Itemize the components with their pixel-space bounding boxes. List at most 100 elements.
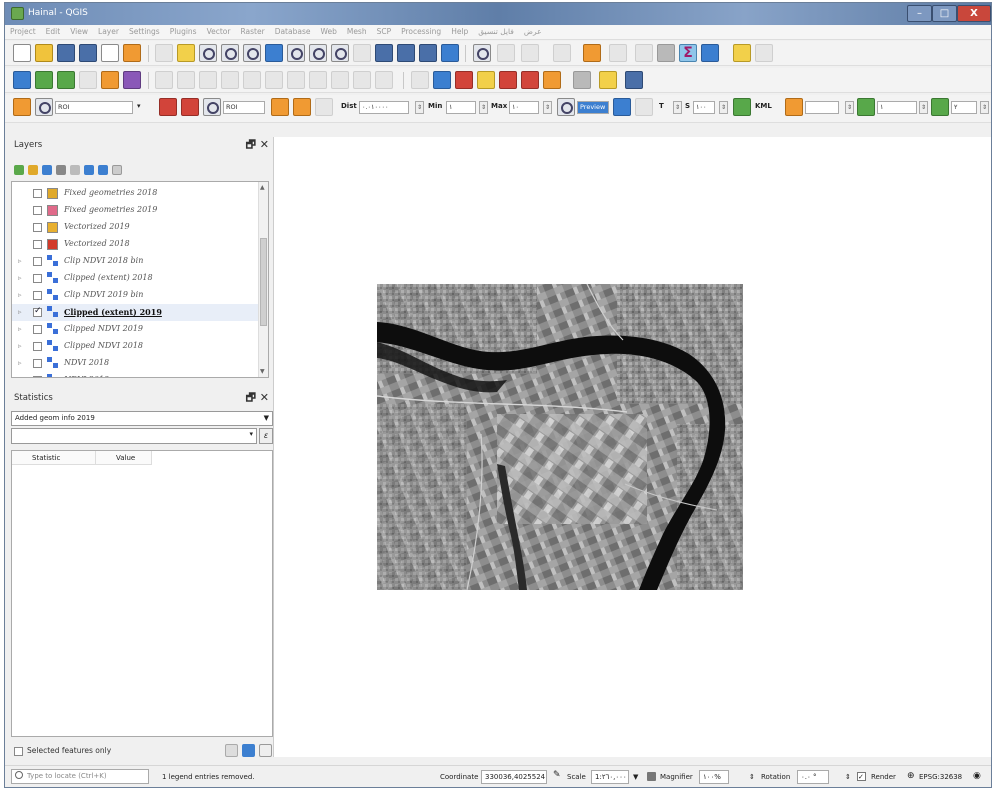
pan-map-icon[interactable] [155,44,173,62]
plugin-tool-icon[interactable] [599,71,617,89]
expand-all-icon[interactable] [84,165,94,175]
layer-item[interactable]: Fixed geometries 2018 [12,185,258,202]
layer-visibility-checkbox[interactable] [33,376,42,377]
layer-visibility-checkbox[interactable] [33,306,42,317]
save-project-icon[interactable] [57,44,75,62]
label-toolbar-icon[interactable] [411,71,429,89]
scp-dock-icon[interactable] [625,71,643,89]
close-button[interactable]: X [957,5,991,22]
expand-arrow-icon[interactable]: ▹ [18,257,22,265]
column-value[interactable]: Value [96,451,152,465]
menu-arabic-2[interactable]: عرض [519,25,547,36]
pan-to-selection-icon[interactable] [177,44,195,62]
roi-selector[interactable]: ROI [55,101,133,114]
scp-band-2-icon[interactable] [931,98,949,116]
lock-icon[interactable] [647,772,656,781]
scp-classification-icon[interactable] [613,98,631,116]
statistical-summary-icon[interactable]: Σ [679,44,697,62]
layer-visibility-checkbox[interactable] [33,240,42,249]
style-manager-icon[interactable] [123,44,141,62]
rotation-spin[interactable]: ⇕ [749,773,755,781]
crs-label[interactable]: EPSG:32638 [919,773,962,781]
min-spin[interactable]: ⇕ [479,101,488,114]
remove-layer-icon[interactable] [112,165,122,175]
layer-visibility-checkbox[interactable] [33,206,42,215]
magnifier-field[interactable]: ۱۰۰% [699,770,729,784]
globe-icon[interactable]: ⊕ [907,771,915,781]
layer-item[interactable]: ▹ Clip NDVI 2018 bin [12,253,258,270]
layer-visibility-checkbox[interactable] [33,274,42,283]
label-tool-3-icon[interactable] [477,71,495,89]
selected-features-only[interactable]: Selected features only [11,743,273,759]
label-tool-2-icon[interactable] [455,71,473,89]
layer-item[interactable]: ▹ Clipped (extent) 2019 [12,304,258,321]
render-checkbox[interactable]: ✓ [857,772,866,781]
expression-button[interactable]: ε [259,428,273,444]
new-project-icon[interactable] [13,44,31,62]
layer-visibility-checkbox[interactable] [33,223,42,232]
menu-plugins[interactable]: Plugins [165,25,202,36]
selected-only-checkbox[interactable] [14,747,23,756]
menu-arabic-1[interactable]: فايل تنسيق [473,25,519,36]
identify-features-icon[interactable] [473,44,491,62]
add-polygon-icon[interactable] [221,71,239,89]
max-input[interactable]: ۱۰ [509,101,539,114]
rgb-spin[interactable]: ⇕ [845,101,854,114]
add-group-icon[interactable] [28,165,38,175]
copy-features-icon[interactable] [309,71,327,89]
toggle-editing-icon[interactable] [177,71,195,89]
collapse-all-icon[interactable] [98,165,108,175]
open-project-icon[interactable] [35,44,53,62]
scp-tool-a-icon[interactable] [271,98,289,116]
layers-scroll-thumb[interactable] [260,238,267,326]
add-vector-layer-icon[interactable] [57,71,75,89]
band-field-2[interactable]: ۲ [951,101,977,114]
max-spin[interactable]: ⇕ [543,101,552,114]
layer-visibility-checkbox[interactable] [33,189,42,198]
dist-spin[interactable]: ⇕ [415,101,424,114]
zoom-in-icon[interactable] [199,44,217,62]
t-spin[interactable]: ⇕ [673,101,682,114]
scp-band-set-icon[interactable] [13,98,31,116]
layer-item[interactable]: Vectorized 2019 [12,219,258,236]
band-spin-1[interactable]: ⇕ [919,101,928,114]
scp-preview-zoom-icon[interactable] [557,98,575,116]
scp-roi2-icon[interactable] [203,98,221,116]
scp-tool-b-icon[interactable] [293,98,311,116]
redo-icon[interactable] [375,71,393,89]
scp-zoom-roi-icon[interactable] [35,98,53,116]
zoom-selection-icon[interactable] [287,44,305,62]
undo-icon[interactable] [353,71,371,89]
coordinate-field[interactable]: 330036,4025524 [481,770,547,784]
text-annotation-icon[interactable] [733,44,751,62]
statistics-field-select[interactable]: ▾ [11,428,257,444]
open-attribute-table-icon[interactable] [553,44,571,62]
s-input[interactable]: ۱۰۰ [693,101,715,114]
scp-redo-preview-icon[interactable] [635,98,653,116]
map-tips-icon[interactable] [635,44,653,62]
rotation-field[interactable]: ۰.۰ ° [797,770,829,784]
menu-processing[interactable]: Processing [396,25,446,36]
paste-features-icon[interactable] [331,71,349,89]
menu-database[interactable]: Database [270,25,316,36]
band-spin-2[interactable]: ⇕ [980,101,989,114]
zoom-native-icon[interactable] [331,44,349,62]
data-source-manager-icon[interactable] [13,71,31,89]
statistics-layer-select[interactable]: Added geom info 2019 ▼ [11,411,273,426]
copy-statistics-icon[interactable] [259,744,272,757]
refresh-statistics-icon[interactable] [242,744,255,757]
label-tool-6-icon[interactable] [543,71,561,89]
toggle-extents-icon[interactable]: ✎ [553,770,561,780]
zoom-layer-icon[interactable] [309,44,327,62]
current-edits-icon[interactable] [155,71,173,89]
menu-web[interactable]: Web [315,25,341,36]
open-field-calculator-icon[interactable] [497,44,515,62]
zoom-out-icon[interactable] [221,44,239,62]
layer-visibility-checkbox[interactable] [33,325,42,334]
expand-arrow-icon[interactable]: ▹ [18,291,22,299]
add-raster-layer-icon[interactable] [35,71,53,89]
rgb-field[interactable] [805,101,839,114]
select-features-icon[interactable] [521,44,539,62]
maximize-button[interactable]: □ [932,5,957,22]
layer-item[interactable]: ▹ Clipped NDVI 2019 [12,321,258,338]
